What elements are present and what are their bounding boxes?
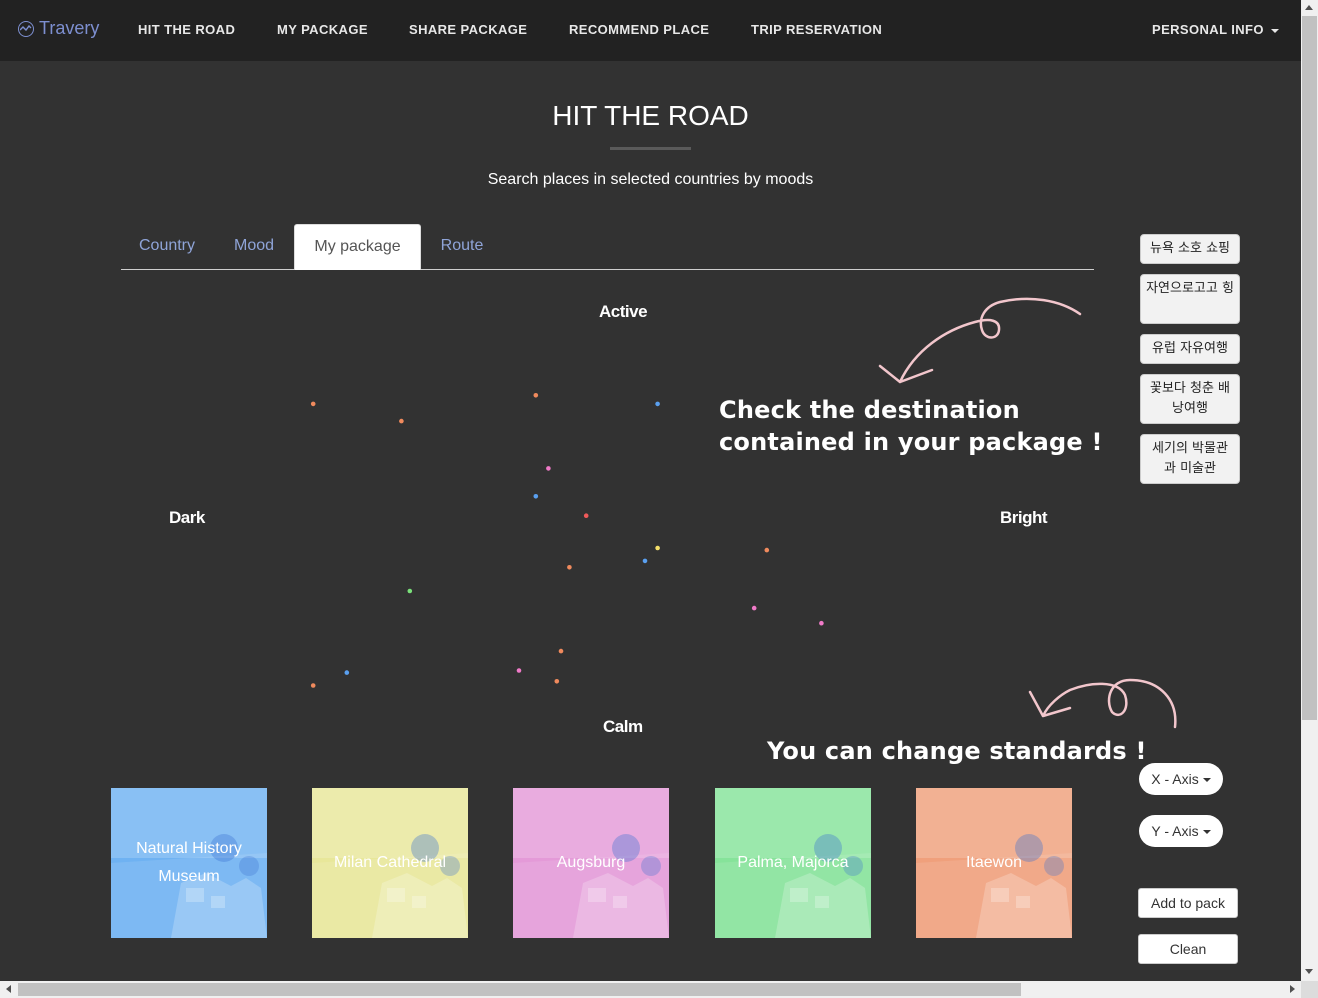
nav-recommend-place[interactable]: RECOMMEND PLACE [569, 22, 709, 37]
vertical-scrollbar-thumb[interactable] [1302, 16, 1317, 720]
axis-label-top: Active [599, 302, 648, 321]
package-item[interactable]: 자연으로고고 힝 [1140, 274, 1240, 324]
clean-button[interactable]: Clean [1138, 934, 1238, 964]
arrow-doodle-icon [878, 297, 1082, 384]
scatter-point[interactable] [819, 620, 824, 626]
note-change-standards: You can change standards ! [767, 737, 1147, 765]
place-card[interactable]: Itaewon [916, 788, 1072, 938]
page-title: HIT THE ROAD [552, 100, 749, 131]
scatter-point[interactable] [310, 683, 316, 688]
note-check-destination: Check the destination contained in your … [719, 394, 1103, 458]
scatter-point[interactable] [554, 679, 560, 684]
title-divider [610, 147, 691, 150]
horizontal-scrollbar-thumb[interactable] [18, 983, 1021, 996]
scatter-point[interactable] [407, 588, 413, 594]
place-card-label: Augsburg [556, 854, 626, 871]
scatter-point[interactable] [642, 558, 648, 564]
scatter-point[interactable] [558, 648, 564, 654]
scatter-point[interactable] [567, 565, 572, 570]
scatter-point[interactable] [516, 668, 522, 673]
y-axis-label: Y - Axis [1151, 823, 1199, 839]
x-axis-label: X - Axis [1151, 771, 1199, 787]
scrollbar-corner [1301, 981, 1318, 998]
tab-mood[interactable]: Mood [217, 224, 291, 270]
package-item[interactable]: 꽃보다 청춘 배 낭여행 [1140, 374, 1240, 424]
note-check-line1: Check the destination [719, 396, 1020, 424]
scatter-point[interactable] [344, 670, 350, 675]
package-item[interactable]: 뉴욕 소호 쇼핑 [1140, 234, 1240, 264]
scatter-point[interactable] [583, 513, 589, 518]
nav-my-package[interactable]: MY PACKAGE [277, 22, 368, 37]
tab-country[interactable]: Country [121, 224, 213, 270]
tab-bar: Country Mood My package Route [121, 224, 1094, 270]
brand-name: Travery [39, 18, 100, 38]
place-card-label: Natural History Museum [136, 840, 242, 885]
scatter-point[interactable] [655, 401, 660, 407]
add-to-pack-button[interactable]: Add to pack [1138, 888, 1238, 918]
place-card-label: Milan Cathedral [333, 854, 447, 871]
scatter-point[interactable] [764, 547, 770, 553]
nav-trip-reservation[interactable]: TRIP RESERVATION [751, 22, 882, 37]
nav-personal-info[interactable]: PERSONAL INFO [1152, 22, 1279, 37]
package-item[interactable]: 세기의 박물관 과 미술관 [1140, 434, 1240, 484]
navbar: Travery HIT THE ROAD MY PACKAGE SHARE PA… [0, 0, 1301, 61]
place-card[interactable]: Palma, Majorca [715, 788, 871, 938]
axis-label-bottom: Calm [603, 717, 643, 736]
package-item[interactable]: 유럽 자유여행 [1140, 334, 1240, 364]
scatter-point[interactable] [655, 545, 660, 551]
place-card-label: Itaewon [965, 854, 1023, 871]
note-check-line2: contained in your package ! [719, 428, 1103, 456]
caret-down-icon [1270, 28, 1279, 33]
y-axis-dropdown[interactable]: Y - Axis [1139, 815, 1223, 847]
scatter-point[interactable] [533, 393, 539, 398]
personal-info-label: PERSONAL INFO [1152, 22, 1264, 37]
scatter-point[interactable] [751, 605, 757, 611]
scatter-point[interactable] [546, 466, 551, 471]
scroll-up-icon[interactable] [1305, 5, 1313, 10]
scatter-point[interactable] [399, 418, 404, 424]
arrow-doodle-icon [1028, 678, 1177, 729]
scroll-down-icon[interactable] [1305, 969, 1313, 974]
tab-my-package[interactable]: My package [294, 224, 421, 270]
caret-down-icon [1202, 778, 1211, 783]
scatter-point[interactable] [533, 494, 539, 499]
x-axis-dropdown[interactable]: X - Axis [1139, 763, 1223, 795]
place-card-label: Palma, Majorca [737, 854, 849, 871]
page-subtitle: Search places in selected countries by m… [487, 171, 814, 188]
scroll-left-icon[interactable] [6, 985, 11, 993]
axis-label-left: Dark [169, 508, 205, 527]
caret-down-icon [1202, 830, 1211, 835]
brand[interactable]: Travery [18, 18, 99, 39]
scroll-right-icon[interactable] [1290, 985, 1295, 993]
place-card[interactable]: Augsburg [513, 788, 669, 938]
axis-label-right: Bright [1000, 508, 1048, 527]
nav-hit-the-road[interactable]: HIT THE ROAD [138, 22, 235, 37]
place-card[interactable]: Natural History Museum [111, 788, 267, 938]
scatter-point[interactable] [310, 401, 316, 407]
nav-share-package[interactable]: SHARE PACKAGE [409, 22, 527, 37]
brand-logo-icon [18, 20, 34, 37]
place-card[interactable]: Milan Cathedral [312, 788, 468, 938]
tab-route[interactable]: Route [423, 224, 501, 270]
